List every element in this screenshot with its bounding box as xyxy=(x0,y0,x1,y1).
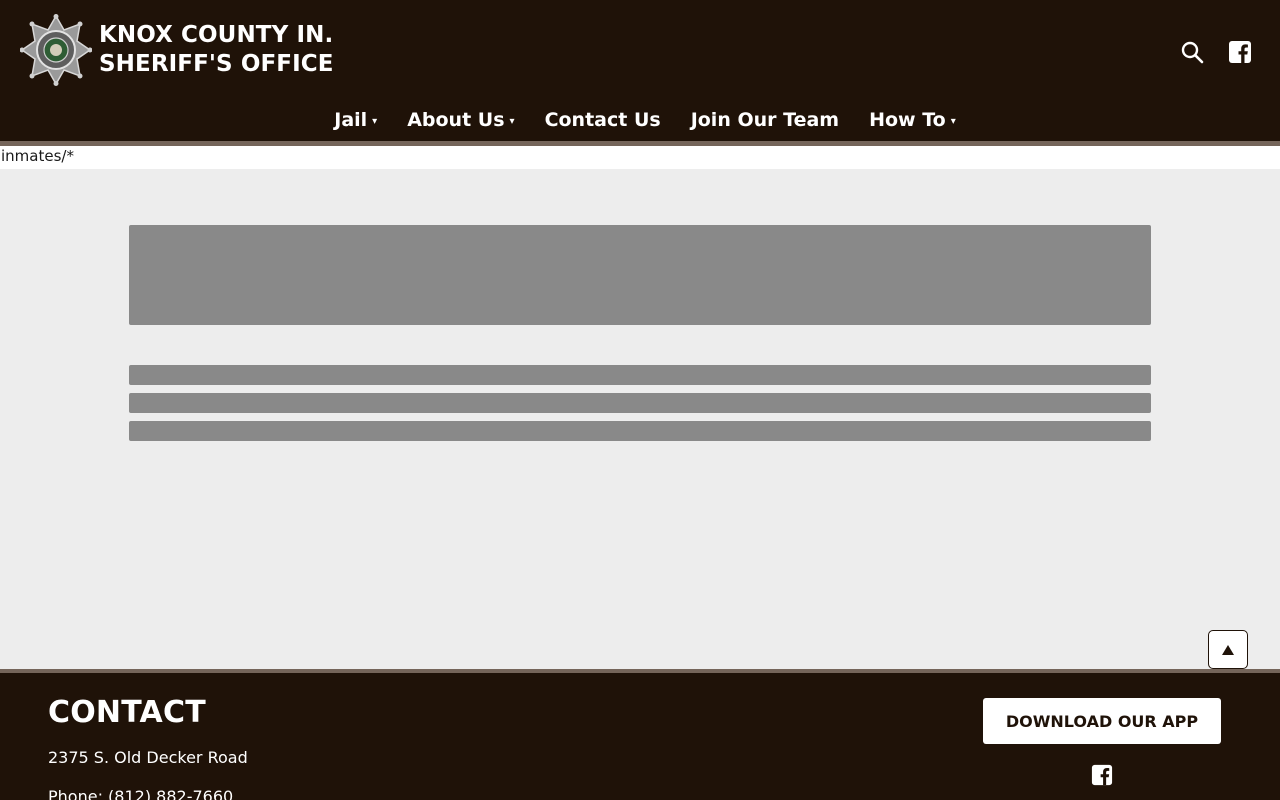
site-header: KNOX COUNTY IN. SHERIFF'S OFFICE Jail ▾ … xyxy=(0,0,1280,141)
chevron-down-icon: ▾ xyxy=(372,115,378,127)
nav-how-to[interactable]: How To ▾ xyxy=(869,104,956,136)
sheriff-star-badge-icon xyxy=(20,14,92,86)
footer-address: 2375 S. Old Decker Road xyxy=(48,748,248,767)
site-title-line1: KNOX COUNTY IN. xyxy=(99,22,334,48)
nav-jail[interactable]: Jail ▾ xyxy=(334,104,377,136)
loading-placeholder-line xyxy=(129,393,1151,413)
chevron-down-icon: ▾ xyxy=(509,115,515,127)
footer-contact-heading: CONTACT xyxy=(48,695,206,730)
nav-jail-label: Jail xyxy=(334,109,368,131)
home-logo-link[interactable]: KNOX COUNTY IN. SHERIFF'S OFFICE xyxy=(20,14,334,86)
footer-phone-link[interactable]: (812) 882-7660 xyxy=(108,787,233,800)
header-icons xyxy=(1180,40,1252,64)
nav-contact-us[interactable]: Contact Us xyxy=(545,104,661,136)
facebook-icon[interactable] xyxy=(1228,40,1252,64)
search-icon[interactable] xyxy=(1180,40,1204,64)
arrow-up-icon xyxy=(1222,644,1234,655)
main-nav: Jail ▾ About Us ▾ Contact Us Join Our Te… xyxy=(0,104,1280,136)
footer-phone-label: Phone: xyxy=(48,787,103,800)
site-title-line2: SHERIFF'S OFFICE xyxy=(99,51,334,77)
nav-join-our-team[interactable]: Join Our Team xyxy=(691,104,839,136)
footer-phone: Phone: (812) 882-7660 xyxy=(48,787,233,800)
nav-about-us[interactable]: About Us ▾ xyxy=(407,104,514,136)
site-footer: CONTACT 2375 S. Old Decker Road Phone: (… xyxy=(0,673,1280,800)
download-app-button[interactable]: DOWNLOAD OUR APP xyxy=(983,698,1221,744)
nav-about-us-label: About Us xyxy=(407,109,505,131)
nav-how-to-label: How To xyxy=(869,109,946,131)
site-title: KNOX COUNTY IN. SHERIFF'S OFFICE xyxy=(99,21,334,79)
chevron-down-icon: ▾ xyxy=(950,115,956,127)
facebook-icon[interactable] xyxy=(1091,764,1113,786)
loading-placeholder-line xyxy=(129,421,1151,441)
path-text: inmates/* xyxy=(0,146,1280,169)
nav-join-our-team-label: Join Our Team xyxy=(690,109,840,131)
scroll-to-top-button[interactable] xyxy=(1208,630,1248,669)
loading-placeholder-line xyxy=(129,365,1151,385)
nav-contact-us-label: Contact Us xyxy=(544,109,661,131)
loading-placeholder-block xyxy=(129,225,1151,325)
